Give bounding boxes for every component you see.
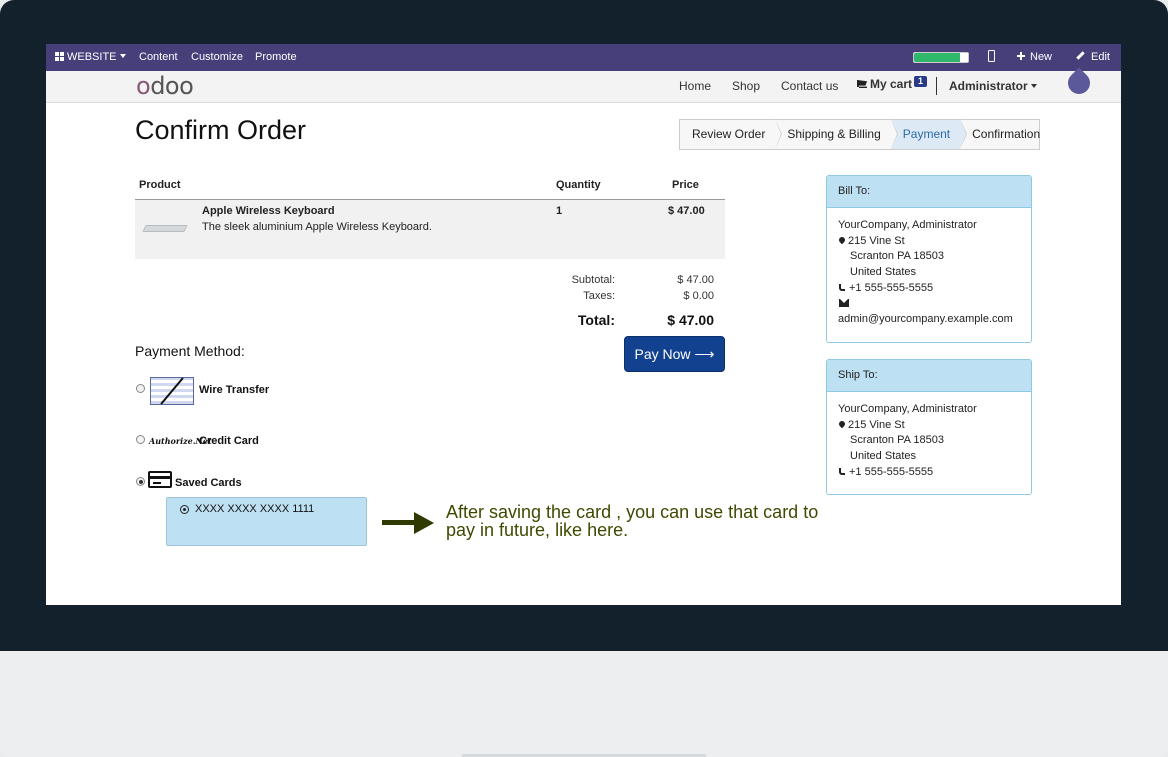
wire-transfer-logo xyxy=(150,377,194,405)
keyboard-product-image xyxy=(142,225,188,232)
bill-to-title: Bill To: xyxy=(827,176,1031,208)
bill-to-phone: +1 555-555-5555 xyxy=(849,281,934,294)
nav-my-cart[interactable]: My cart 1 xyxy=(857,76,928,91)
checkout-wizard: Review Order Shipping & Billing Payment … xyxy=(679,119,1040,150)
pencil-icon xyxy=(1076,51,1085,60)
bill-to-address: YourCompany, Administrator 215 Vine St S… xyxy=(827,208,1031,328)
new-button[interactable]: New xyxy=(1017,51,1052,63)
site-navbar: odoo Home Shop Contact us My cart 1 Admin… xyxy=(46,71,1121,103)
website-admin-bar: WEBSITE Content Customize Promote New Ed… xyxy=(46,44,1121,71)
col-quantity: Quantity xyxy=(556,179,601,191)
taxes-label: Taxes: xyxy=(583,290,615,302)
credit-card-label[interactable]: Credit Card xyxy=(199,435,259,447)
subtotal-value: $ 47.00 xyxy=(677,274,714,286)
mobile-preview-icon[interactable] xyxy=(988,50,995,62)
total-label: Total: xyxy=(577,312,615,328)
product-quantity: 1 xyxy=(556,205,563,217)
wizard-step-payment[interactable]: Payment xyxy=(890,119,968,149)
radio-credit-card[interactable] xyxy=(136,435,145,444)
ship-to-address: YourCompany, Administrator 215 Vine St S… xyxy=(827,392,1031,481)
ship-to-city: Scranton PA 18503 xyxy=(850,434,944,447)
col-product: Product xyxy=(139,179,181,191)
browser-screen: WEBSITE Content Customize Promote New Ed… xyxy=(46,44,1121,605)
product-price: $ 47.00 xyxy=(668,205,705,217)
pay-now-button[interactable]: Pay Now ⟶ xyxy=(624,336,725,372)
bill-to-country: United States xyxy=(850,266,917,279)
page-title: Confirm Order xyxy=(135,115,307,145)
map-marker-icon xyxy=(837,419,847,428)
bill-to-email: admin@yourcompany.example.com xyxy=(838,313,1013,326)
website-menu[interactable]: WEBSITE xyxy=(55,51,126,63)
progress-fill xyxy=(914,53,960,62)
radio-wire-transfer[interactable] xyxy=(136,384,145,393)
wizard-step-review-order[interactable]: Review Order xyxy=(680,119,783,149)
radio-saved-cards[interactable] xyxy=(136,477,145,486)
ship-to-panel: Ship To: YourCompany, Administrator 215 … xyxy=(826,359,1032,495)
phone-icon xyxy=(839,467,845,475)
ship-to-title: Ship To: xyxy=(827,360,1031,392)
payment-method-title: Payment Method: xyxy=(135,343,245,359)
ship-to-name: YourCompany, Administrator xyxy=(838,403,977,415)
customize-menu[interactable]: Customize xyxy=(191,51,243,63)
plus-icon xyxy=(1017,52,1025,60)
nav-shop[interactable]: Shop xyxy=(732,79,760,93)
arrow-right-icon: ⟶ xyxy=(694,346,715,362)
bill-to-name: YourCompany, Administrator xyxy=(838,219,977,231)
user-menu[interactable]: Administrator xyxy=(949,79,1037,93)
ship-to-phone: +1 555-555-5555 xyxy=(849,465,934,478)
wire-transfer-label[interactable]: Wire Transfer xyxy=(199,384,269,396)
col-price: Price xyxy=(672,179,699,191)
map-marker-icon xyxy=(837,235,847,244)
nav-home[interactable]: Home xyxy=(679,79,711,93)
content-menu[interactable]: Content xyxy=(139,51,178,63)
cart-icon xyxy=(857,80,867,88)
progress-bar xyxy=(913,52,969,63)
odoo-logo[interactable]: odoo xyxy=(136,72,194,100)
grid-icon xyxy=(55,52,64,61)
product-description: The sleek aluminium Apple Wireless Keybo… xyxy=(202,221,432,233)
taxes-value: $ 0.00 xyxy=(683,290,714,302)
monitor-stand xyxy=(0,651,1168,757)
saved-card-box: XXXX XXXX XXXX 1111 xyxy=(166,497,367,546)
bill-to-panel: Bill To: YourCompany, Administrator 215 … xyxy=(826,175,1032,343)
annotation-arrow xyxy=(382,520,418,525)
envelope-icon xyxy=(839,298,849,307)
credit-card-icon xyxy=(148,471,172,488)
wizard-step-shipping-billing[interactable]: Shipping & Billing xyxy=(775,119,899,149)
cart-count-badge: 1 xyxy=(914,76,928,87)
product-name[interactable]: Apple Wireless Keyboard xyxy=(202,205,335,217)
saved-cards-label[interactable]: Saved Cards xyxy=(175,477,242,489)
subtotal-label: Subtotal: xyxy=(571,274,615,286)
edit-button[interactable]: Edit xyxy=(1076,51,1110,63)
bill-to-city: Scranton PA 18503 xyxy=(850,250,944,263)
bill-to-street: 215 Vine St xyxy=(848,234,905,247)
annotation-text: After saving the card , you can use that… xyxy=(446,502,819,540)
ship-to-country: United States xyxy=(850,450,917,463)
promote-menu[interactable]: Promote xyxy=(255,51,297,63)
saved-card-number[interactable]: XXXX XXXX XXXX 1111 xyxy=(195,503,314,515)
saved-card-radio[interactable] xyxy=(180,505,189,514)
table-row: Apple Wireless Keyboard The sleek alumin… xyxy=(135,200,725,259)
wizard-step-confirmation: Confirmation xyxy=(972,127,1041,141)
nav-contact[interactable]: Contact us xyxy=(781,79,838,93)
caret-down-icon xyxy=(1030,84,1037,88)
ship-to-street: 215 Vine St xyxy=(848,418,905,431)
annotation-arrow-head xyxy=(414,512,434,534)
order-table-header: Product Quantity Price xyxy=(135,179,725,200)
nav-divider xyxy=(936,77,937,95)
phone-icon xyxy=(839,283,845,291)
total-value: $ 47.00 xyxy=(667,312,714,328)
caret-down-icon xyxy=(119,54,126,58)
